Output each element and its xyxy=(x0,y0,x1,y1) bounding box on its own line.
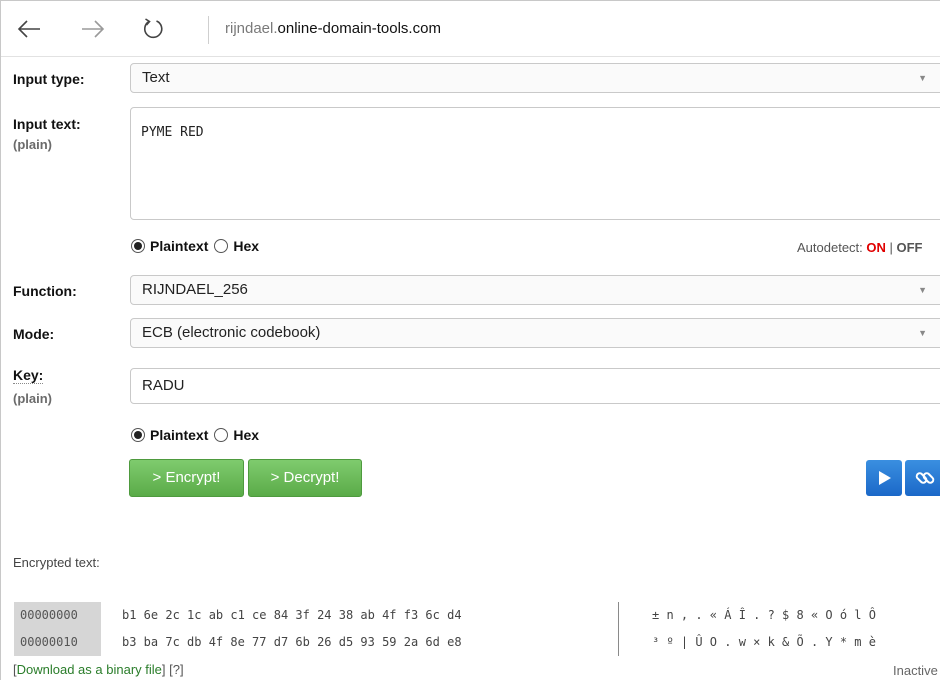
forward-button[interactable] xyxy=(77,13,109,45)
mode-select[interactable]: ECB (electronic codebook) ▼ xyxy=(130,318,940,348)
input-plaintext-radio[interactable] xyxy=(131,239,145,253)
link-icon xyxy=(915,472,935,484)
address-subdomain: rijndael. xyxy=(225,20,278,37)
run-button[interactable] xyxy=(866,460,902,496)
window-frame-left xyxy=(0,0,1,680)
arrow-left-icon xyxy=(17,20,40,38)
hex-row: 00000000 b1 6e 2c 1c ab c1 ce 84 3f 24 3… xyxy=(14,602,940,629)
hex-row: 00000010 b3 ba 7c db 4f 8e 77 d7 6b 26 d… xyxy=(14,629,940,656)
input-plaintext-label: Plaintext xyxy=(150,238,209,254)
key-label: Key: xyxy=(13,367,44,384)
key-value: RADU xyxy=(142,377,185,394)
dropdown-arrow-icon: ▼ xyxy=(918,328,927,338)
mode-value: ECB (electronic codebook) xyxy=(142,324,321,341)
address-domain: online-domain-tools.com xyxy=(277,20,441,37)
status-text: Inactive xyxy=(893,663,938,678)
browser-toolbar: rijndael.online-domain-tools.com xyxy=(1,1,940,57)
arrow-right-icon xyxy=(82,20,105,38)
function-label: Function: xyxy=(13,283,77,299)
hex-divider xyxy=(618,602,619,656)
download-binary-link[interactable]: Download as a binary file xyxy=(17,662,162,677)
key-format-radio-group: Plaintext Hex xyxy=(131,427,259,443)
help-link[interactable]: [?] xyxy=(169,662,183,677)
input-type-label: Input type: xyxy=(13,71,85,87)
encrypted-text-label: Encrypted text: xyxy=(13,555,100,570)
input-text-area[interactable]: PYME RED xyxy=(130,107,940,220)
key-hex-label: Hex xyxy=(233,427,260,443)
hex-bytes: b1 6e 2c 1c ab c1 ce 84 3f 24 38 ab 4f f… xyxy=(122,608,462,622)
permalink-button[interactable] xyxy=(905,460,940,496)
key-plaintext-radio[interactable] xyxy=(131,428,145,442)
refresh-icon xyxy=(143,18,163,39)
input-format-radio-group: Plaintext Hex xyxy=(131,238,259,254)
input-text-label: Input text: xyxy=(13,116,81,132)
key-format-label: (plain) xyxy=(13,391,52,406)
decrypt-button[interactable]: > Decrypt! xyxy=(248,459,362,497)
key-plaintext-label: Plaintext xyxy=(150,427,209,443)
input-text-value: PYME RED xyxy=(141,125,204,140)
autodetect-separator: | xyxy=(885,240,897,255)
dropdown-arrow-icon: ▼ xyxy=(918,73,927,83)
address-separator xyxy=(208,16,209,44)
input-type-value: Text xyxy=(142,69,170,86)
function-select[interactable]: RIJNDAEL_256 ▼ xyxy=(130,275,940,305)
back-button[interactable] xyxy=(13,13,45,45)
hex-bytes: b3 ba 7c db 4f 8e 77 d7 6b 26 d5 93 59 2… xyxy=(122,635,462,649)
download-row: [Download as a binary file] [?] xyxy=(13,662,184,677)
autodetect-toggle: Autodetect: ON | OFF xyxy=(797,240,923,255)
input-type-select[interactable]: Text ▼ xyxy=(130,63,940,93)
hex-offset: 00000000 xyxy=(14,602,101,629)
hex-chars: ± n , . « Á Î . ? $ 8 « O ó l Ô xyxy=(652,608,876,622)
hex-offset: 00000010 xyxy=(14,629,101,656)
key-hex-radio[interactable] xyxy=(214,428,229,442)
dropdown-arrow-icon: ▼ xyxy=(918,285,927,295)
function-value: RIJNDAEL_256 xyxy=(142,281,248,298)
reload-button[interactable] xyxy=(137,13,169,45)
autodetect-off[interactable]: OFF xyxy=(897,240,923,255)
input-text-format-label: (plain) xyxy=(13,137,52,152)
input-hex-label: Hex xyxy=(233,238,260,254)
hex-dump: 00000000 b1 6e 2c 1c ab c1 ce 84 3f 24 3… xyxy=(14,602,940,656)
autodetect-label: Autodetect: xyxy=(797,240,867,255)
play-icon xyxy=(879,471,891,485)
hex-chars: ³ º | Û O . w × k & Õ . Y * m è xyxy=(652,635,876,649)
input-hex-radio[interactable] xyxy=(214,239,229,253)
mode-label: Mode: xyxy=(13,326,55,342)
key-input[interactable]: RADU xyxy=(130,368,940,404)
address-bar[interactable]: rijndael.online-domain-tools.com xyxy=(225,17,441,41)
encrypt-button[interactable]: > Encrypt! xyxy=(129,459,244,497)
autodetect-on[interactable]: ON xyxy=(866,240,886,255)
